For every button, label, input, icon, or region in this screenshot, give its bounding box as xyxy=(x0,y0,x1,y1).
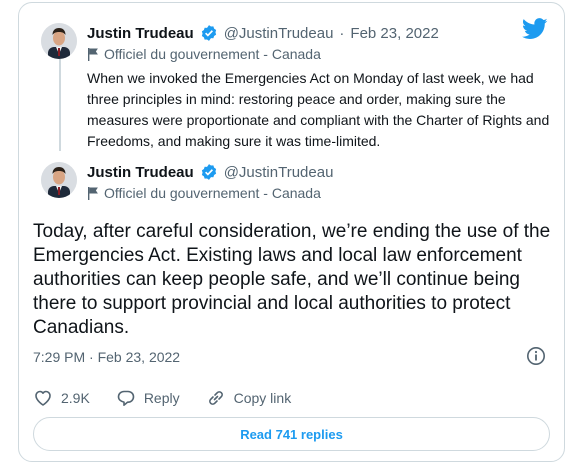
avatar[interactable] xyxy=(41,23,77,59)
flag-icon xyxy=(88,48,98,61)
tweet-timestamp[interactable]: 7:29 PM · Feb 23, 2022 xyxy=(33,349,180,365)
main-tweet-text: Today, after careful consideration, we’r… xyxy=(33,221,551,338)
reply-label: Reply xyxy=(143,390,180,406)
thread-connector-line xyxy=(59,59,61,151)
copy-link-button[interactable]: Copy link xyxy=(206,388,292,408)
government-label: Officiel du gouvernement - Canada xyxy=(87,185,321,201)
heart-icon xyxy=(35,390,51,406)
author-name[interactable]: Justin Trudeau xyxy=(87,164,194,181)
like-count: 2.9K xyxy=(61,390,90,406)
quoted-tweet-header: Justin Trudeau @JustinTrudeau · Feb 23, … xyxy=(87,24,439,42)
verified-badge-icon xyxy=(201,25,216,41)
twitter-bird-icon[interactable] xyxy=(522,18,548,40)
government-label-text: Officiel du gouvernement - Canada xyxy=(104,46,321,62)
tweet-actions: 2.9K Reply Copy link xyxy=(33,387,317,409)
embedded-tweet-card: Justin Trudeau @JustinTrudeau · Feb 23, … xyxy=(18,2,565,462)
flag-icon xyxy=(88,187,98,200)
verified-badge-icon xyxy=(201,164,216,180)
quoted-tweet-text: When we invoked the Emergencies Act on M… xyxy=(87,70,550,149)
info-icon[interactable] xyxy=(526,346,546,366)
copy-link-label: Copy link xyxy=(233,390,292,406)
government-label: Officiel du gouvernement - Canada xyxy=(87,46,321,62)
reply-button[interactable]: Reply xyxy=(116,388,180,408)
date-separator: · xyxy=(339,24,345,42)
avatar[interactable] xyxy=(41,162,77,198)
author-name[interactable]: Justin Trudeau xyxy=(87,25,194,42)
author-handle[interactable]: @JustinTrudeau xyxy=(224,164,334,181)
link-icon xyxy=(208,391,223,405)
main-tweet-header: Justin Trudeau @JustinTrudeau xyxy=(87,163,333,181)
like-button[interactable]: 2.9K xyxy=(33,388,90,408)
read-replies-button[interactable]: Read 741 replies xyxy=(33,417,550,451)
reply-icon xyxy=(117,390,135,406)
author-handle[interactable]: @JustinTrudeau xyxy=(224,25,334,42)
government-label-text: Officiel du gouvernement - Canada xyxy=(104,185,321,201)
tweet-date[interactable]: Feb 23, 2022 xyxy=(350,25,438,42)
